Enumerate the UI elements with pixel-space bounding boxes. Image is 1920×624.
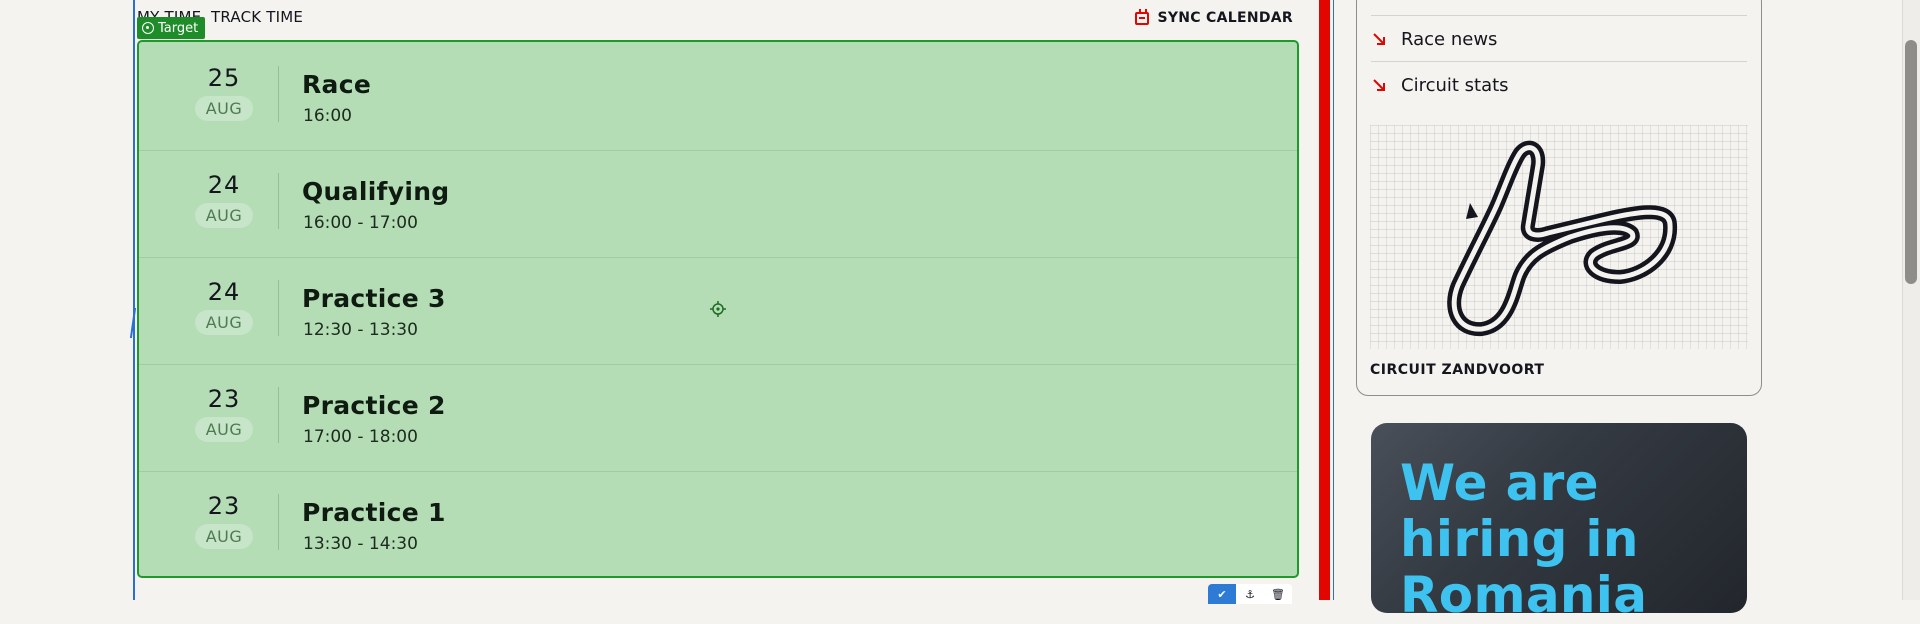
- session-date: 25 AUG: [179, 42, 269, 121]
- session-title: Practice 1: [302, 498, 446, 527]
- scrollbar-thumb[interactable]: [1905, 40, 1917, 284]
- pin-icon[interactable]: ⚓: [1236, 584, 1264, 604]
- session-date: 23 AUG: [179, 470, 269, 549]
- calendar-icon: [1135, 8, 1150, 25]
- left-guide-line: [133, 0, 135, 600]
- session-date: 24 AUG: [179, 256, 269, 335]
- session-time: 13:30 - 14:30: [303, 534, 418, 554]
- crosshair-icon: [710, 301, 726, 317]
- session-row-practice-1[interactable]: 23 AUG Practice 1 13:30 - 14:30: [139, 470, 1297, 578]
- hiring-banner[interactable]: We are hiring in Romania: [1371, 423, 1747, 623]
- row-divider: [278, 66, 279, 122]
- tab-track-time[interactable]: TRACK TIME: [211, 8, 303, 26]
- session-month: AUG: [194, 417, 254, 442]
- row-divider: [278, 280, 279, 336]
- session-month: AUG: [194, 96, 254, 121]
- check-icon[interactable]: ✔: [1208, 584, 1236, 604]
- selection-toolbar: ✔ ⚓ 🗑: [1208, 584, 1292, 604]
- session-title: Practice 3: [302, 284, 446, 313]
- circuit-name: CIRCUIT ZANDVOORT: [1370, 362, 1545, 378]
- session-row-practice-2[interactable]: 23 AUG Practice 2 17:00 - 18:00: [139, 363, 1297, 472]
- column-guide-line: [1333, 0, 1334, 600]
- session-title: Race: [302, 70, 372, 99]
- session-row-qualifying[interactable]: 24 AUG Qualifying 16:00 - 17:00: [139, 149, 1297, 258]
- session-day: 24: [207, 278, 241, 306]
- session-time: 12:30 - 13:30: [303, 320, 418, 340]
- session-day: 25: [207, 64, 241, 92]
- session-day: 24: [207, 171, 241, 199]
- session-day: 23: [207, 385, 241, 413]
- sync-calendar-label: SYNC CALENDAR: [1157, 10, 1293, 26]
- session-title: Qualifying: [302, 177, 450, 206]
- row-divider: [278, 494, 279, 550]
- row-divider: [278, 387, 279, 443]
- session-month: AUG: [194, 310, 254, 335]
- session-time: 16:00 - 17:00: [303, 213, 418, 233]
- sync-calendar-button[interactable]: SYNC CALENDAR: [1135, 8, 1293, 26]
- session-time: 16:00: [303, 106, 352, 126]
- session-day: 23: [207, 492, 241, 520]
- session-row-race[interactable]: 25 AUG Race 16:00: [139, 42, 1297, 151]
- target-badge: Target: [137, 17, 206, 39]
- accent-divider: [1319, 0, 1330, 600]
- trash-icon[interactable]: 🗑: [1264, 584, 1292, 604]
- link-label: Race news: [1401, 28, 1498, 50]
- link-circuit-stats[interactable]: Circuit stats: [1371, 61, 1747, 108]
- session-date: 23 AUG: [179, 363, 269, 442]
- session-month: AUG: [194, 524, 254, 549]
- link-label: Circuit stats: [1401, 74, 1509, 96]
- link-race-news[interactable]: Race news: [1371, 15, 1747, 62]
- arrow-down-right-icon: [1373, 79, 1385, 91]
- session-month: AUG: [194, 203, 254, 228]
- target-badge-label: Target: [158, 20, 199, 36]
- session-title: Practice 2: [302, 391, 446, 420]
- session-date: 24 AUG: [179, 149, 269, 228]
- arrow-down-right-icon: [1373, 33, 1385, 45]
- session-time: 17:00 - 18:00: [303, 427, 418, 447]
- target-icon: [142, 22, 154, 34]
- hiring-headline: We are hiring in Romania: [1400, 454, 1648, 624]
- row-divider: [278, 173, 279, 229]
- track-map: [1370, 125, 1748, 349]
